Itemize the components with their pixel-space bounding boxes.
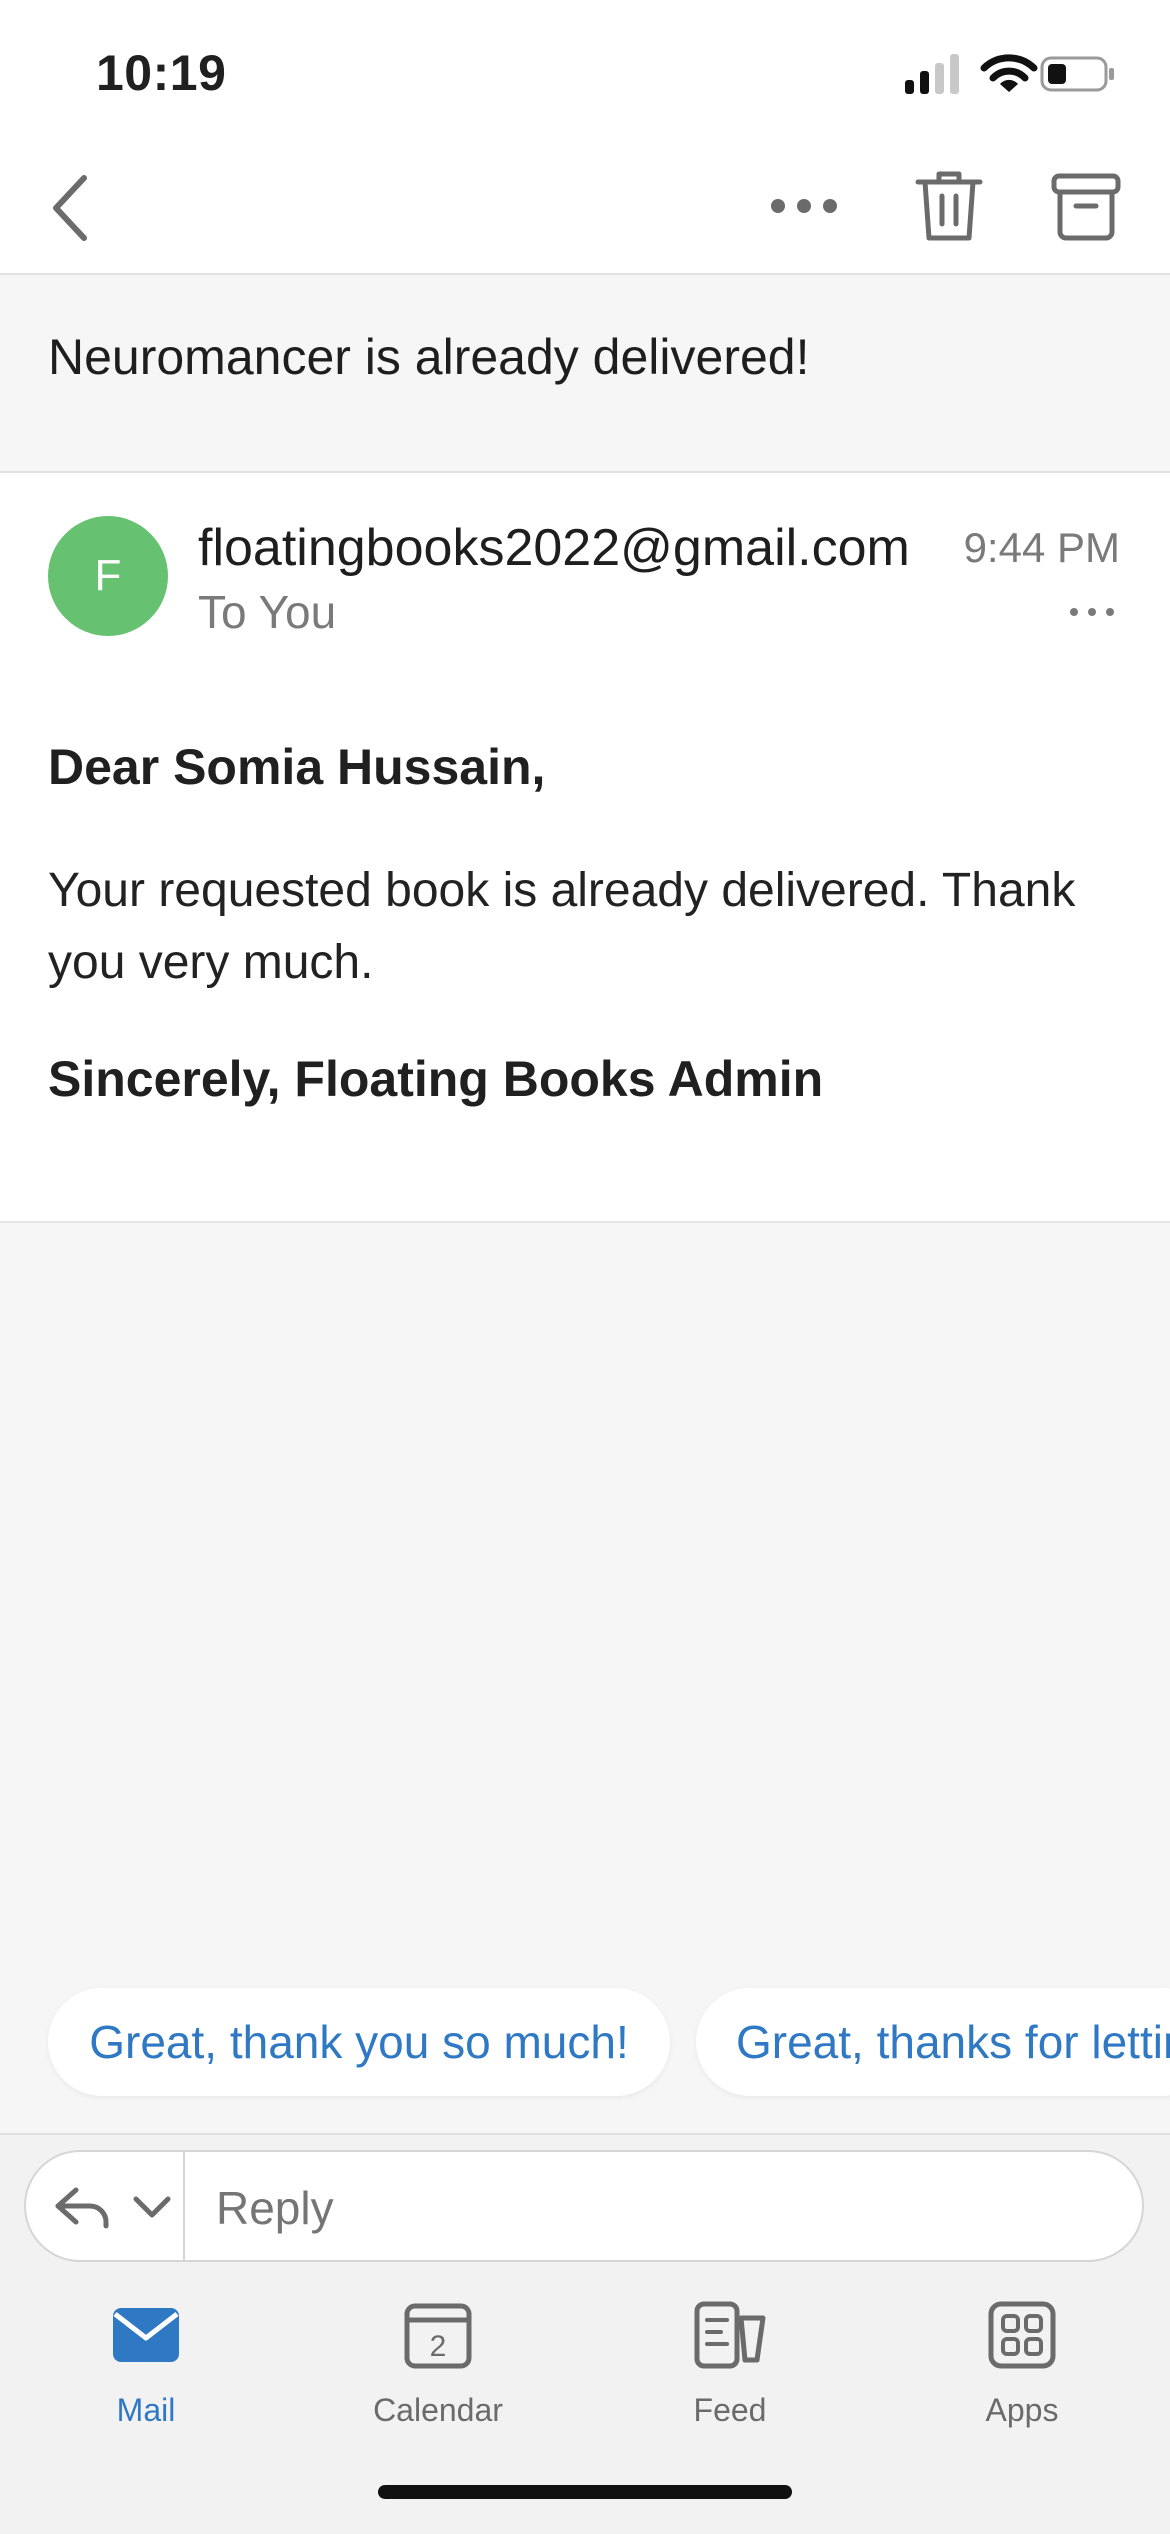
back-button[interactable] (40, 168, 100, 248)
sender-avatar[interactable]: F (48, 516, 168, 636)
message-time: 9:44 PM (963, 524, 1120, 571)
message-more-button[interactable] (1068, 600, 1116, 624)
message-body: Your requested book is already delivered… (48, 864, 1076, 989)
message-card (0, 473, 1170, 1223)
chevron-down-icon[interactable] (132, 2194, 172, 2220)
cellular-signal-icon (905, 54, 959, 94)
tab-label: Apps (985, 2392, 1059, 2428)
quick-reply-chip[interactable]: Great, thank you so much! (48, 1988, 670, 2096)
more-options-button[interactable] (766, 178, 842, 234)
tab-calendar[interactable]: 2 Calendar (348, 2300, 528, 2430)
quick-reply-chip[interactable]: Great, thanks for letting me know! (696, 1988, 1170, 2096)
top-toolbar (0, 0, 1170, 275)
sender-address[interactable]: floatingbooks2022@gmail.com (198, 518, 910, 578)
reply-input[interactable] (214, 2180, 816, 2236)
feed-icon (694, 2301, 766, 2369)
status-time: 10:19 (96, 45, 227, 101)
archive-button[interactable] (1050, 170, 1122, 244)
reply-divider (183, 2150, 185, 2262)
tab-apps[interactable]: Apps (932, 2300, 1112, 2430)
recipient-label[interactable]: To You (198, 585, 336, 639)
tab-label: Feed (693, 2392, 767, 2428)
apps-grid-icon (988, 2301, 1056, 2369)
message-signoff: Sincerely, Floating Books Admin (48, 1051, 824, 1107)
mail-icon (113, 2308, 179, 2362)
email-subject: Neuromancer is already delivered! (48, 329, 810, 385)
battery-icon (1040, 56, 1114, 92)
wifi-icon (980, 54, 1038, 92)
tab-mail[interactable]: Mail (56, 2300, 236, 2430)
calendar-day-number: 2 (430, 2330, 447, 2363)
message-greeting: Dear Somia Hussain, (48, 739, 546, 795)
tab-label: Mail (116, 2392, 176, 2428)
delete-button[interactable] (912, 168, 986, 244)
reply-icon[interactable] (52, 2182, 112, 2232)
calendar-icon: 2 (404, 2303, 472, 2369)
tab-feed[interactable]: Feed (640, 2300, 820, 2430)
home-indicator[interactable] (378, 2485, 792, 2499)
tab-label: Calendar (373, 2392, 503, 2428)
